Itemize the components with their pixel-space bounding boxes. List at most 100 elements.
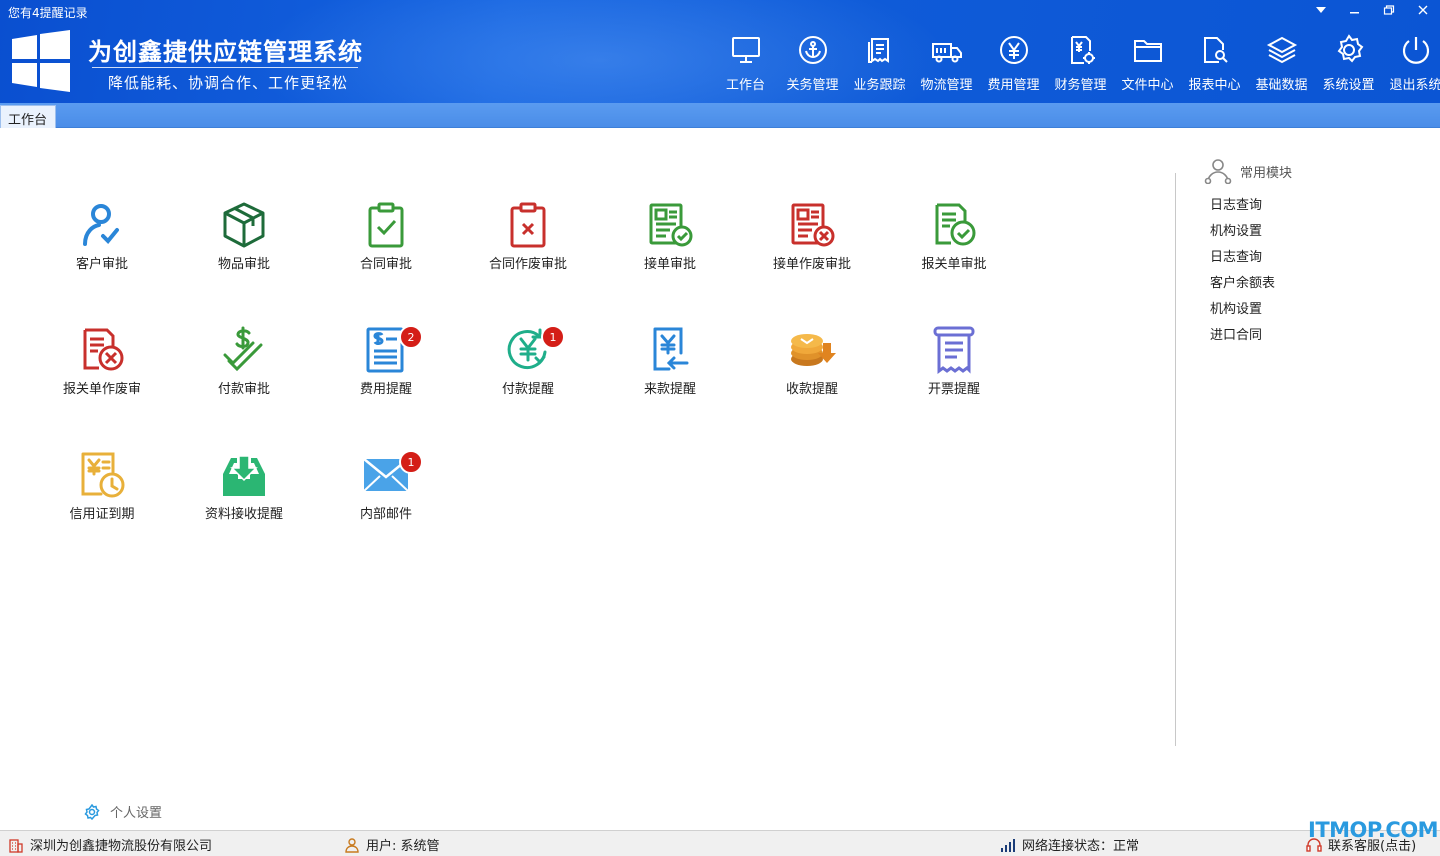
nav-label: 文件中心 (1121, 78, 1174, 93)
nav-finance[interactable]: 财务管理 (1047, 34, 1114, 98)
personal-settings-label: 个人设置 (110, 806, 163, 821)
side-item-log-query-2[interactable]: 日志查询 (1210, 246, 1275, 272)
dropdown-icon[interactable] (1304, 0, 1338, 20)
nav-label: 业务跟踪 (853, 78, 906, 93)
module-receipt-reminder[interactable]: 收款提醒 (752, 325, 872, 415)
module-declaration-void-approval[interactable]: 报关单作废审 (42, 325, 162, 415)
module-lc-expiry[interactable]: 信用证到期 (42, 450, 162, 540)
module-document-receipt-reminder[interactable]: 资料接收提醒 (184, 450, 304, 540)
watermark-text: ITMOP.COM (1308, 818, 1439, 842)
nav-label: 工作台 (725, 78, 765, 93)
nav-workbench[interactable]: 工作台 (712, 34, 779, 98)
nav-exit-system[interactable]: 退出系统 (1382, 34, 1440, 98)
module-customer-approval[interactable]: 客户审批 (42, 200, 162, 290)
module-contract-approval[interactable]: 合同审批 (326, 200, 446, 290)
side-panel-title: 常用模块 (1204, 158, 1292, 184)
nav-customs[interactable]: 关务管理 (779, 34, 846, 98)
side-panel-title-text: 常用模块 (1240, 165, 1293, 181)
current-user: 用户: 系统管 (366, 839, 440, 854)
module-label: 开票提醒 (927, 382, 980, 397)
side-item-log-query[interactable]: 日志查询 (1210, 194, 1275, 220)
module-goods-approval[interactable]: 物品审批 (184, 200, 304, 290)
module-label: 接单作废审批 (772, 257, 851, 272)
nav-label: 退出系统 (1389, 78, 1440, 93)
title-divider (92, 67, 358, 68)
nav-label: 财务管理 (1054, 78, 1107, 93)
nav-label: 系统设置 (1322, 78, 1375, 93)
window-controls (1304, 0, 1440, 20)
badge-count: 1 (541, 325, 565, 349)
side-panel-divider (1175, 173, 1176, 746)
clipboard-icon (867, 38, 889, 63)
module-label: 费用提醒 (359, 382, 412, 397)
top-navigation: 工作台 关务管理 业务跟踪 物流管理 费用管理 财务管理 文件中心 报表中心 基… (712, 34, 1440, 98)
module-label: 合同作废审批 (488, 257, 567, 272)
customer-approve-icon (83, 204, 119, 246)
windows-logo-icon (12, 30, 70, 92)
nav-business-tracking[interactable]: 业务跟踪 (846, 34, 913, 98)
badge-count: 2 (399, 325, 423, 349)
side-item-org-settings[interactable]: 机构设置 (1210, 220, 1275, 246)
status-bar: 深圳为创鑫捷物流股份有限公司 用户: 系统管 网络连接状态：正常 联系客服(点击… (0, 830, 1440, 856)
inbox-download-icon (223, 455, 265, 496)
side-item-customer-balance[interactable]: 客户余额表 (1210, 272, 1275, 298)
nav-label: 关务管理 (786, 78, 839, 93)
module-contract-void-approval[interactable]: 合同作废审批 (468, 200, 588, 290)
app-title: 为创鑫捷供应链管理系统 (88, 38, 363, 66)
module-label: 报关单作废审 (62, 382, 141, 397)
clipboard-x-icon (510, 202, 546, 248)
personal-settings-link[interactable]: 个人设置 (84, 802, 162, 821)
minimize-icon[interactable] (1338, 0, 1372, 20)
receipt-icon (933, 326, 975, 374)
module-payment-approval[interactable]: 付款审批 (184, 325, 304, 415)
module-label: 客户审批 (75, 257, 128, 272)
status-company: 深圳为创鑫捷物流股份有限公司 (8, 835, 212, 854)
nav-system-settings[interactable]: 系统设置 (1315, 34, 1382, 98)
coins-icon (791, 334, 836, 366)
restore-icon[interactable] (1372, 0, 1406, 20)
module-label: 付款提醒 (501, 382, 554, 397)
module-order-void-approval[interactable]: 接单作废审批 (752, 200, 872, 290)
folder-icon (1133, 40, 1162, 62)
module-order-approval[interactable]: 接单审批 (610, 200, 730, 290)
layers-icon (1266, 36, 1297, 64)
status-network: 网络连接状态：正常 (1000, 835, 1139, 854)
close-icon[interactable] (1406, 0, 1440, 20)
user-share-icon (1204, 159, 1232, 184)
module-declaration-approval[interactable]: 报关单审批 (894, 200, 1014, 290)
tab-strip: 工作台 (0, 103, 1440, 128)
module-fee-reminder[interactable]: 2 费用提醒 (326, 325, 446, 415)
module-incoming-payment-reminder[interactable]: 来款提醒 (610, 325, 730, 415)
module-label: 来款提醒 (643, 382, 696, 397)
module-label: 报关单审批 (921, 257, 987, 272)
module-label: 付款审批 (217, 382, 270, 397)
nav-logistics[interactable]: 物流管理 (913, 34, 980, 98)
module-invoice-reminder[interactable]: 开票提醒 (894, 325, 1014, 415)
side-item-import-contract[interactable]: 进口合同 (1210, 324, 1275, 350)
module-label: 资料接收提醒 (204, 507, 283, 522)
nav-base-data[interactable]: 基础数据 (1248, 34, 1315, 98)
nav-report-center[interactable]: 报表中心 (1181, 34, 1248, 98)
order-check-icon (649, 203, 693, 247)
box-icon (223, 202, 265, 248)
signal-icon (1001, 838, 1015, 852)
yuan-return-icon (653, 327, 689, 371)
app-header: 您有4提醒记录 为创鑫捷供应链管理系统 降低能耗、协调合作、工作更轻松 工作台 … (0, 0, 1440, 103)
nav-label: 基础数据 (1255, 78, 1308, 93)
report-search-icon (1203, 37, 1228, 63)
status-user: 用户: 系统管 (344, 835, 440, 854)
nav-fees[interactable]: 费用管理 (980, 34, 1047, 98)
app-slogan: 降低能耗、协调合作、工作更轻松 (108, 74, 349, 92)
module-internal-mail[interactable]: 1 内部邮件 (326, 450, 446, 540)
company-name: 深圳为创鑫捷物流股份有限公司 (30, 839, 213, 854)
power-icon (1402, 37, 1429, 64)
user-icon (345, 837, 359, 853)
declaration-x-icon (83, 328, 124, 371)
nav-file-center[interactable]: 文件中心 (1114, 34, 1181, 98)
reminder-notice[interactable]: 您有4提醒记录 (8, 4, 88, 21)
badge-count: 1 (399, 450, 423, 474)
side-item-org-settings-2[interactable]: 机构设置 (1210, 298, 1275, 324)
declaration-check-icon (935, 203, 976, 246)
module-payment-reminder[interactable]: 1 付款提醒 (468, 325, 588, 415)
tab-workbench[interactable]: 工作台 (0, 105, 56, 128)
